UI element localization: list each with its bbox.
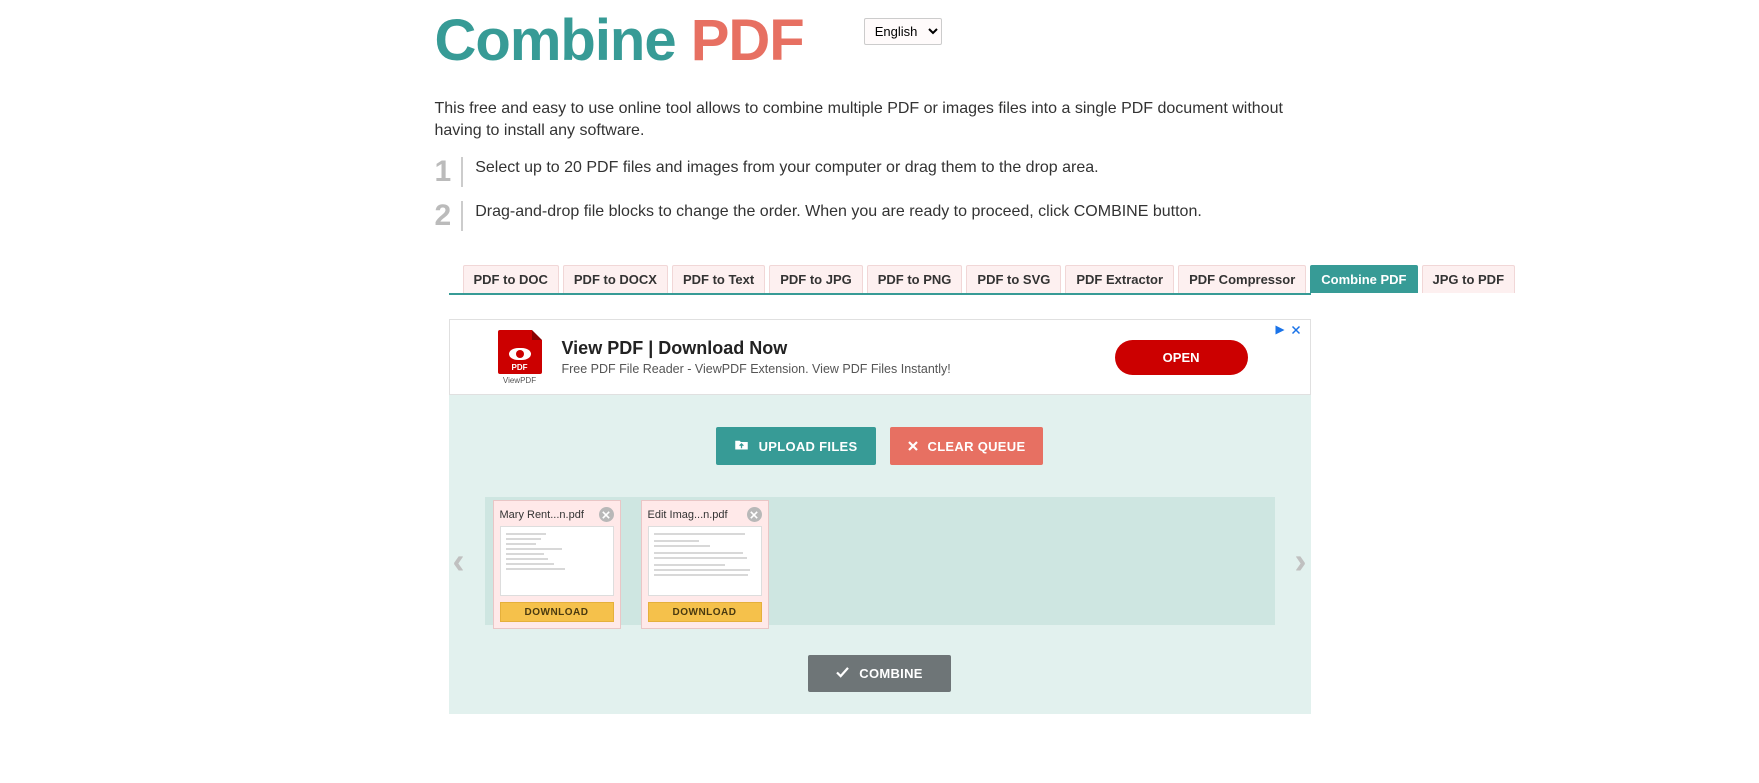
tab-pdf-to-doc[interactable]: PDF to DOC: [463, 265, 559, 293]
file-card[interactable]: Mary Rent...n.pdf DOWNLOAD: [493, 500, 621, 629]
file-name: Edit Imag...n.pdf: [648, 509, 728, 521]
header-container: Combine PDF English This free and easy t…: [435, 0, 1325, 231]
tab-pdf-to-png[interactable]: PDF to PNG: [867, 265, 963, 293]
file-strip-wrap: ‹ Mary Rent...n.pdf: [449, 497, 1311, 625]
ad-subtitle: Free PDF File Reader - ViewPDF Extension…: [562, 362, 951, 376]
tab-pdf-to-text[interactable]: PDF to Text: [672, 265, 765, 293]
file-thumbnail: [500, 526, 614, 596]
ad-text: View PDF | Download Now Free PDF File Re…: [562, 338, 951, 376]
format-tabs: PDF to DOC PDF to DOCX PDF to Text PDF t…: [449, 265, 1311, 295]
step-text: Drag-and-drop file blocks to change the …: [475, 201, 1202, 231]
clear-label: CLEAR QUEUE: [928, 439, 1026, 454]
ad-title: View PDF | Download Now: [562, 338, 951, 359]
clear-queue-button[interactable]: CLEAR QUEUE: [890, 427, 1044, 465]
combine-button[interactable]: COMBINE: [808, 655, 951, 692]
carousel-prev[interactable]: ‹: [453, 540, 465, 582]
tab-combine-pdf[interactable]: Combine PDF: [1310, 265, 1417, 293]
file-card[interactable]: Edit Imag...n.pdf DOWNLOAD: [641, 500, 769, 629]
tab-pdf-extractor[interactable]: PDF Extractor: [1065, 265, 1174, 293]
ad-open-button[interactable]: OPEN: [1115, 340, 1248, 375]
work-area: PDF ViewPDF View PDF | Download Now Free…: [449, 319, 1311, 714]
step-number: 2: [435, 201, 464, 231]
tab-pdf-to-jpg[interactable]: PDF to JPG: [769, 265, 863, 293]
site-logo: Combine PDF: [435, 12, 804, 70]
adchoices-icon[interactable]: [1274, 324, 1302, 336]
carousel-next[interactable]: ›: [1295, 540, 1307, 582]
file-drop-strip[interactable]: Mary Rent...n.pdf DOWNLOAD: [485, 497, 1275, 625]
file-thumbnail: [648, 526, 762, 596]
step-text: Select up to 20 PDF files and images fro…: [475, 157, 1098, 187]
step-item: 1 Select up to 20 PDF files and images f…: [435, 157, 1325, 187]
file-remove-button[interactable]: [599, 507, 614, 522]
close-icon: [908, 439, 918, 454]
upload-files-button[interactable]: UPLOAD FILES: [716, 427, 876, 465]
file-name: Mary Rent...n.pdf: [500, 509, 584, 521]
ad-icon-sublabel: ViewPDF: [503, 376, 536, 385]
page-description: This free and easy to use online tool al…: [435, 98, 1325, 141]
upload-label: UPLOAD FILES: [759, 439, 858, 454]
ad-pdf-icon: PDF: [498, 330, 542, 374]
combine-label: COMBINE: [859, 666, 923, 681]
tab-jpg-to-pdf[interactable]: JPG to PDF: [1422, 265, 1516, 293]
action-buttons-row: UPLOAD FILES CLEAR QUEUE: [449, 427, 1311, 465]
logo-part-combine: Combine: [435, 8, 691, 73]
logo-part-pdf: PDF: [691, 8, 804, 73]
tab-pdf-to-svg[interactable]: PDF to SVG: [966, 265, 1061, 293]
ad-icon-wrap: PDF ViewPDF: [498, 330, 542, 385]
file-download-button[interactable]: DOWNLOAD: [500, 602, 614, 622]
ad-banner[interactable]: PDF ViewPDF View PDF | Download Now Free…: [449, 319, 1311, 395]
tab-pdf-compressor[interactable]: PDF Compressor: [1178, 265, 1306, 293]
step-item: 2 Drag-and-drop file blocks to change th…: [435, 201, 1325, 231]
file-download-button[interactable]: DOWNLOAD: [648, 602, 762, 622]
file-remove-button[interactable]: [747, 507, 762, 522]
language-select[interactable]: English: [864, 18, 942, 45]
step-number: 1: [435, 157, 464, 187]
tab-pdf-to-docx[interactable]: PDF to DOCX: [563, 265, 668, 293]
upload-icon: [734, 438, 749, 454]
steps-list: 1 Select up to 20 PDF files and images f…: [435, 157, 1325, 231]
check-icon: [836, 666, 849, 681]
